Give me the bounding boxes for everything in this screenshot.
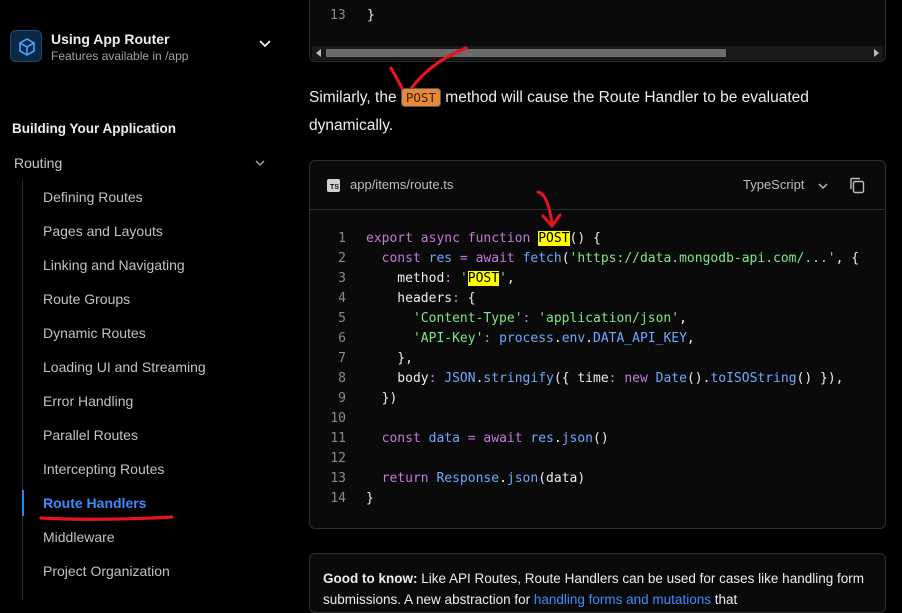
code-line: 9 })	[310, 389, 885, 409]
inline-code: POST	[400, 88, 441, 107]
app-router-icon	[10, 30, 42, 62]
code-line: 1 export async function POST() {	[310, 229, 885, 249]
line-number: 8	[338, 371, 346, 386]
line-number: 11	[330, 431, 346, 446]
code-text: return Response.json(data)	[366, 471, 586, 486]
line-number: 13	[330, 471, 346, 486]
language-select[interactable]: TypeScript	[743, 177, 804, 192]
nav-active-indicator	[22, 490, 24, 516]
code-line: 2 const res = await fetch('https://data.…	[310, 249, 885, 269]
code-text: const res = await fetch('https://data.mo…	[366, 251, 860, 266]
code-text: 'Content-Type': 'application/json',	[366, 311, 687, 326]
code-text: method: 'POST',	[366, 271, 515, 286]
line-number: 4	[338, 291, 346, 306]
sidebar-item[interactable]: Defining Routes	[43, 186, 206, 220]
line-number: 1	[338, 231, 346, 246]
code-line: 5 'Content-Type': 'application/json',	[310, 309, 885, 329]
red-arrow-annotation	[536, 190, 562, 228]
code-line: 14}	[310, 489, 885, 509]
body-paragraph: Similarly, the POST method will cause th…	[309, 84, 879, 140]
note-tail: that	[710, 592, 738, 607]
line-number: 2	[338, 251, 346, 266]
sidebar-item[interactable]: Middleware	[43, 526, 206, 560]
line-number: 6	[338, 331, 346, 346]
code-line: 8 body: JSON.stringify({ time: new Date(…	[310, 369, 885, 389]
router-title: Using App Router	[51, 31, 170, 47]
code-text: export async function POST() {	[366, 231, 601, 246]
sidebar-item[interactable]: Linking and Navigating	[43, 254, 206, 288]
code-text: }	[366, 491, 374, 506]
code-line: 4 headers: {	[310, 289, 885, 309]
chevron-down-icon	[255, 160, 265, 167]
code-content: 1 export async function POST() { 2 const …	[310, 229, 885, 509]
code-text: }	[367, 8, 375, 23]
typescript-file-icon: TS	[327, 179, 340, 192]
code-text: })	[366, 391, 398, 406]
chevron-down-icon[interactable]	[818, 182, 828, 190]
code-text: const data = await res.json()	[366, 431, 609, 446]
main-content: 13 } Similarly, the POST method will cau…	[290, 0, 902, 613]
code-line: 3 method: 'POST',	[310, 269, 885, 289]
note-link[interactable]: handling forms and mutations	[534, 592, 711, 607]
line-number: 3	[338, 271, 346, 286]
code-line: 12	[310, 449, 885, 469]
sidebar-item[interactable]: Intercepting Routes	[43, 458, 206, 492]
code-line: 13 return Response.json(data)	[310, 469, 885, 489]
callout-note: Good to know: Like API Routes, Route Han…	[309, 553, 886, 613]
paragraph-text: Similarly, the	[309, 89, 401, 106]
line-number: 5	[338, 311, 346, 326]
code-text: },	[366, 351, 413, 366]
copy-icon[interactable]	[849, 177, 865, 194]
code-text: 'API-Key': process.env.DATA_API_KEY,	[366, 331, 695, 346]
sidebar-item[interactable]: Loading UI and Streaming	[43, 356, 206, 390]
chevron-down-icon	[259, 40, 271, 48]
code-line: 11 const data = await res.json()	[310, 429, 885, 449]
sidebar: Using App Router Features available in /…	[0, 0, 290, 600]
scroll-left-icon[interactable]	[316, 49, 321, 57]
sidebar-item[interactable]: Error Handling	[43, 390, 206, 424]
sidebar-item[interactable]: Route Groups	[43, 288, 206, 322]
sidebar-item[interactable]: Dynamic Routes	[43, 322, 206, 356]
sidebar-item[interactable]: Pages and Layouts	[43, 220, 206, 254]
line-number: 10	[330, 411, 346, 426]
code-block-header: TS app/items/route.ts TypeScript	[310, 161, 885, 210]
line-number: 12	[330, 451, 346, 466]
sidebar-item[interactable]: Project Organization	[43, 560, 206, 594]
red-underline-annotation	[39, 515, 174, 521]
code-line: 10	[310, 409, 885, 429]
code-text: headers: {	[366, 291, 476, 306]
sidebar-item[interactable]: Parallel Routes	[43, 424, 206, 458]
nav-tree-line	[22, 180, 23, 600]
code-line: 7 },	[310, 349, 885, 369]
sidebar-group-routing[interactable]: Routing	[14, 151, 266, 175]
code-line: 6 'API-Key': process.env.DATA_API_KEY,	[310, 329, 885, 349]
note-text: Good to know: Like API Routes, Route Han…	[323, 568, 873, 610]
note-label: Good to know:	[323, 571, 418, 586]
scroll-right-icon[interactable]	[874, 49, 879, 57]
section-title: Building Your Application	[12, 121, 176, 136]
router-switcher[interactable]: Using App Router Features available in /…	[10, 28, 280, 66]
sidebar-nav: Defining Routes Pages and Layouts Linkin…	[43, 186, 206, 594]
line-number: 13	[330, 8, 346, 23]
line-number: 9	[338, 391, 346, 406]
line-number: 14	[330, 491, 346, 506]
line-number: 7	[338, 351, 346, 366]
sidebar-group-label: Routing	[14, 155, 63, 171]
code-filename: app/items/route.ts	[350, 177, 454, 192]
router-subtitle: Features available in /app	[51, 49, 189, 63]
code-text: body: JSON.stringify({ time: new Date().…	[366, 371, 844, 386]
code-block: TS app/items/route.ts TypeScript 1 export…	[309, 160, 886, 529]
